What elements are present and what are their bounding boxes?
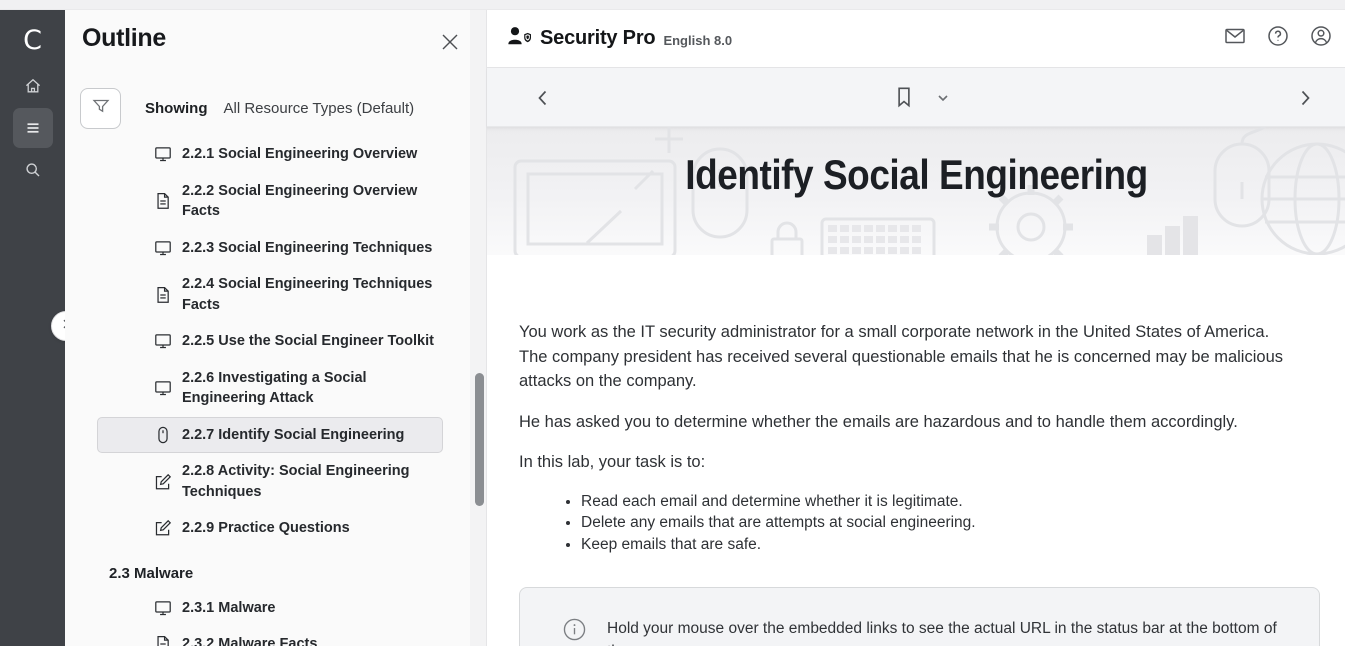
task-item: Delete any emails that are attempts at s… <box>581 512 1301 534</box>
presentation-icon <box>152 332 174 350</box>
help-icon <box>1266 24 1290 53</box>
outline-item-label: 2.2.9 Practice Questions <box>182 518 350 539</box>
outline-item[interactable]: 2.3.2 Malware Facts <box>97 626 443 646</box>
mouse-lab-icon <box>152 426 174 444</box>
info-note-text: Hold your mouse over the embedded links … <box>607 617 1279 646</box>
presentation-icon <box>152 379 174 397</box>
scenario-paragraph: He has asked you to determine whether th… <box>519 410 1301 435</box>
outline-scrollbar-track[interactable] <box>470 10 486 646</box>
chevron-down-icon <box>935 93 951 110</box>
outline-item-label: 2.2.5 Use the Social Engineer Toolkit <box>182 331 434 352</box>
outline-item-label: 2.2.2 Social Engineering Overview Facts <box>182 181 440 222</box>
outline-item-label: 2.2.6 Investigating a Social Engineering… <box>182 368 440 409</box>
outline-item-label: 2.2.7 Identify Social Engineering <box>182 425 404 446</box>
presentation-icon <box>152 239 174 257</box>
app-window: C <box>0 0 1345 646</box>
presentation-icon <box>152 145 174 163</box>
info-note-box: Hold your mouse over the embedded links … <box>519 587 1320 646</box>
outline-item[interactable]: 2.2.6 Investigating a Social Engineering… <box>97 360 443 417</box>
activity-edit-icon <box>152 473 174 491</box>
main-content: Security Pro English 8.0 <box>486 10 1345 646</box>
app-logo: C <box>0 16 65 64</box>
outline-item[interactable]: 2.2.5 Use the Social Engineer Toolkit <box>97 323 443 360</box>
task-item: Read each email and determine whether it… <box>581 491 1301 513</box>
outline-item[interactable]: 2.2.1 Social Engineering Overview <box>97 136 443 173</box>
outline-item[interactable]: 2.2.8 Activity: Social Engineering Techn… <box>97 453 443 510</box>
outline-item-label: 2.3.1 Malware <box>182 598 276 619</box>
lesson-hero-banner: Identify Social Engineering <box>487 127 1345 255</box>
account-icon <box>1309 24 1333 53</box>
home-icon <box>23 76 43 96</box>
outline-item[interactable]: 2.2.4 Social Engineering Techniques Fact… <box>97 266 443 323</box>
outline-item-label: 2.2.1 Social Engineering Overview <box>182 144 417 165</box>
home-button[interactable] <box>13 66 53 106</box>
outline-item-current[interactable]: 2.2.7 Identify Social Engineering <box>97 417 443 454</box>
close-icon <box>438 41 462 58</box>
next-lesson-button[interactable] <box>1293 86 1317 110</box>
document-icon <box>152 192 174 210</box>
bookmark-menu-button[interactable] <box>935 90 951 106</box>
scenario-paragraph: You work as the IT security administrato… <box>519 320 1301 394</box>
chevron-right-icon <box>1293 97 1317 114</box>
outline-item-label: 2.2.4 Social Engineering Techniques Fact… <box>182 274 440 315</box>
course-header: Security Pro English 8.0 <box>487 10 1345 68</box>
outline-scrollbar-thumb[interactable] <box>475 373 484 506</box>
outline-item[interactable]: 2.2.9 Practice Questions <box>97 510 443 547</box>
help-button[interactable] <box>1265 26 1291 52</box>
top-strip <box>0 0 1345 10</box>
outline-menu-button[interactable] <box>13 108 53 148</box>
search-button[interactable] <box>13 150 53 190</box>
close-outline-button[interactable] <box>438 30 462 54</box>
course-edition: English 8.0 <box>663 33 732 48</box>
previous-lesson-button[interactable] <box>531 86 555 110</box>
outline-item[interactable]: 2.2.2 Social Engineering Overview Facts <box>97 173 443 230</box>
search-icon <box>23 160 43 180</box>
filter-showing-label: Showing <box>145 100 208 117</box>
bookmark-button[interactable] <box>891 84 917 110</box>
outline-item-label: 2.2.8 Activity: Social Engineering Techn… <box>182 461 440 502</box>
outline-panel: Outline Showing All Resource Types (Defa… <box>65 10 486 646</box>
mail-button[interactable] <box>1222 26 1248 52</box>
task-item: Keep emails that are safe. <box>581 534 1301 556</box>
security-pro-logo-icon <box>505 24 531 53</box>
resource-filter-row: Showing All Resource Types (Default) <box>80 88 414 129</box>
outline-section-header[interactable]: 2.3 Malware <box>97 557 443 590</box>
outline-item-label: 2.3.2 Malware Facts <box>182 634 317 646</box>
outline-panel-title: Outline <box>82 24 166 53</box>
lesson-navbar <box>487 68 1345 127</box>
task-list: Read each email and determine whether it… <box>581 491 1301 556</box>
account-button[interactable] <box>1308 26 1334 52</box>
presentation-icon <box>152 599 174 617</box>
info-icon <box>563 618 586 646</box>
mail-icon <box>1223 24 1247 53</box>
task-intro-paragraph: In this lab, your task is to: <box>519 450 1301 475</box>
chevron-left-icon <box>531 97 555 114</box>
bookmark-icon <box>891 97 917 114</box>
activity-edit-icon <box>152 519 174 537</box>
filter-funnel-icon <box>90 95 112 122</box>
outline-menu-icon <box>23 118 43 138</box>
document-icon <box>152 635 174 646</box>
lesson-body: You work as the IT security administrato… <box>519 320 1301 555</box>
outline-list: 2.2.1 Social Engineering Overview 2.2.2 … <box>97 136 443 646</box>
lesson-title: Identify Social Engineering <box>539 127 1295 223</box>
course-title: Security Pro <box>540 27 655 50</box>
outline-item[interactable]: 2.3.1 Malware <box>97 590 443 627</box>
outline-item-label: 2.2.3 Social Engineering Techniques <box>182 238 432 259</box>
document-icon <box>152 286 174 304</box>
outline-item[interactable]: 2.2.3 Social Engineering Techniques <box>97 230 443 267</box>
filter-current-value: All Resource Types (Default) <box>224 100 415 117</box>
filter-button[interactable] <box>80 88 121 129</box>
